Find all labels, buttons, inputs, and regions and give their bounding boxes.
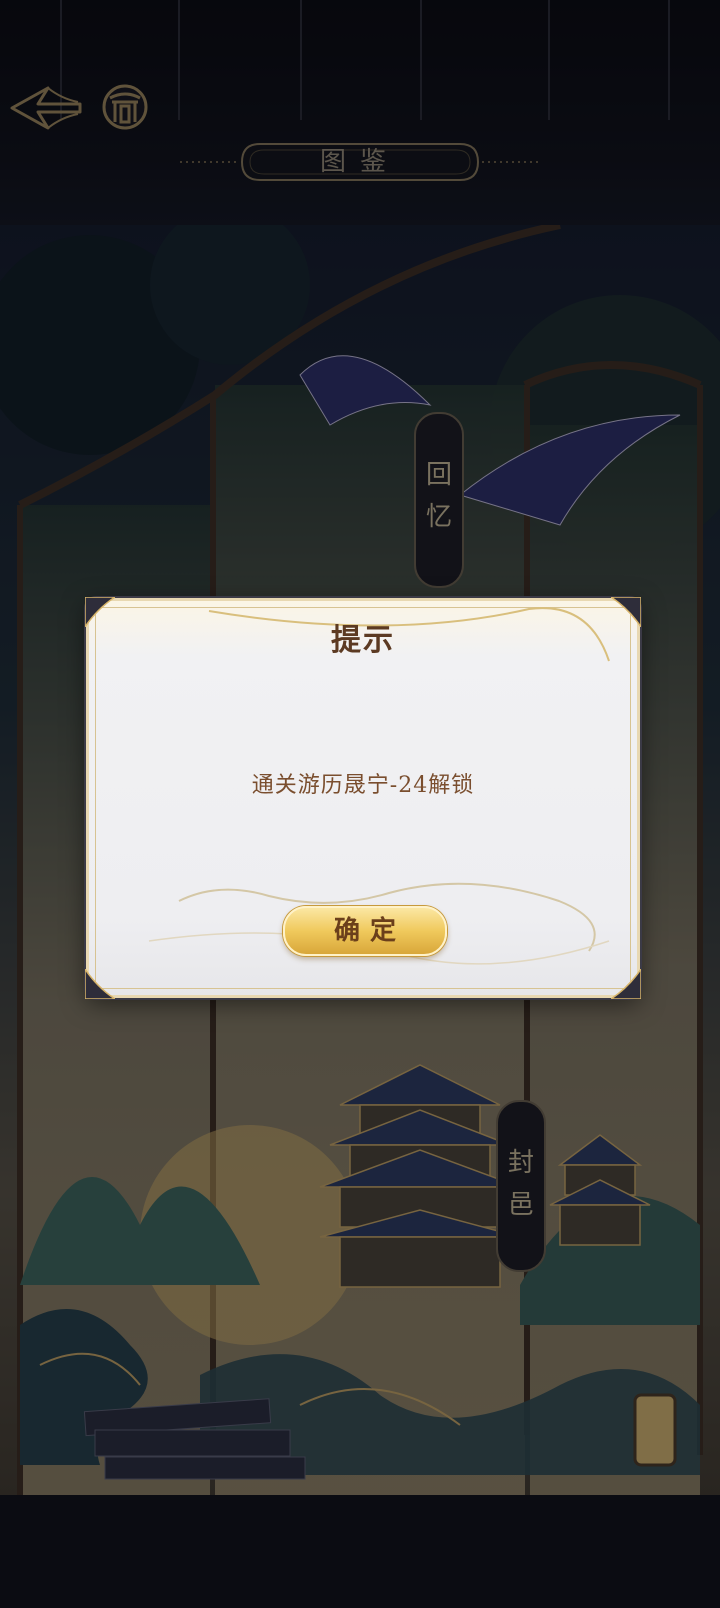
confirm-button-label: 确定 (333, 916, 406, 946)
confirm-button[interactable]: 确定 (283, 906, 447, 956)
corner-ornament-icon (611, 969, 641, 999)
hint-dialog: 提示 通关游历晟宁-24解锁 确定 (85, 597, 641, 999)
dialog-message: 通关游历晟宁-24解锁 (251, 773, 475, 798)
corner-ornament-icon (85, 969, 115, 999)
dialog-title: 提示 (331, 623, 395, 658)
